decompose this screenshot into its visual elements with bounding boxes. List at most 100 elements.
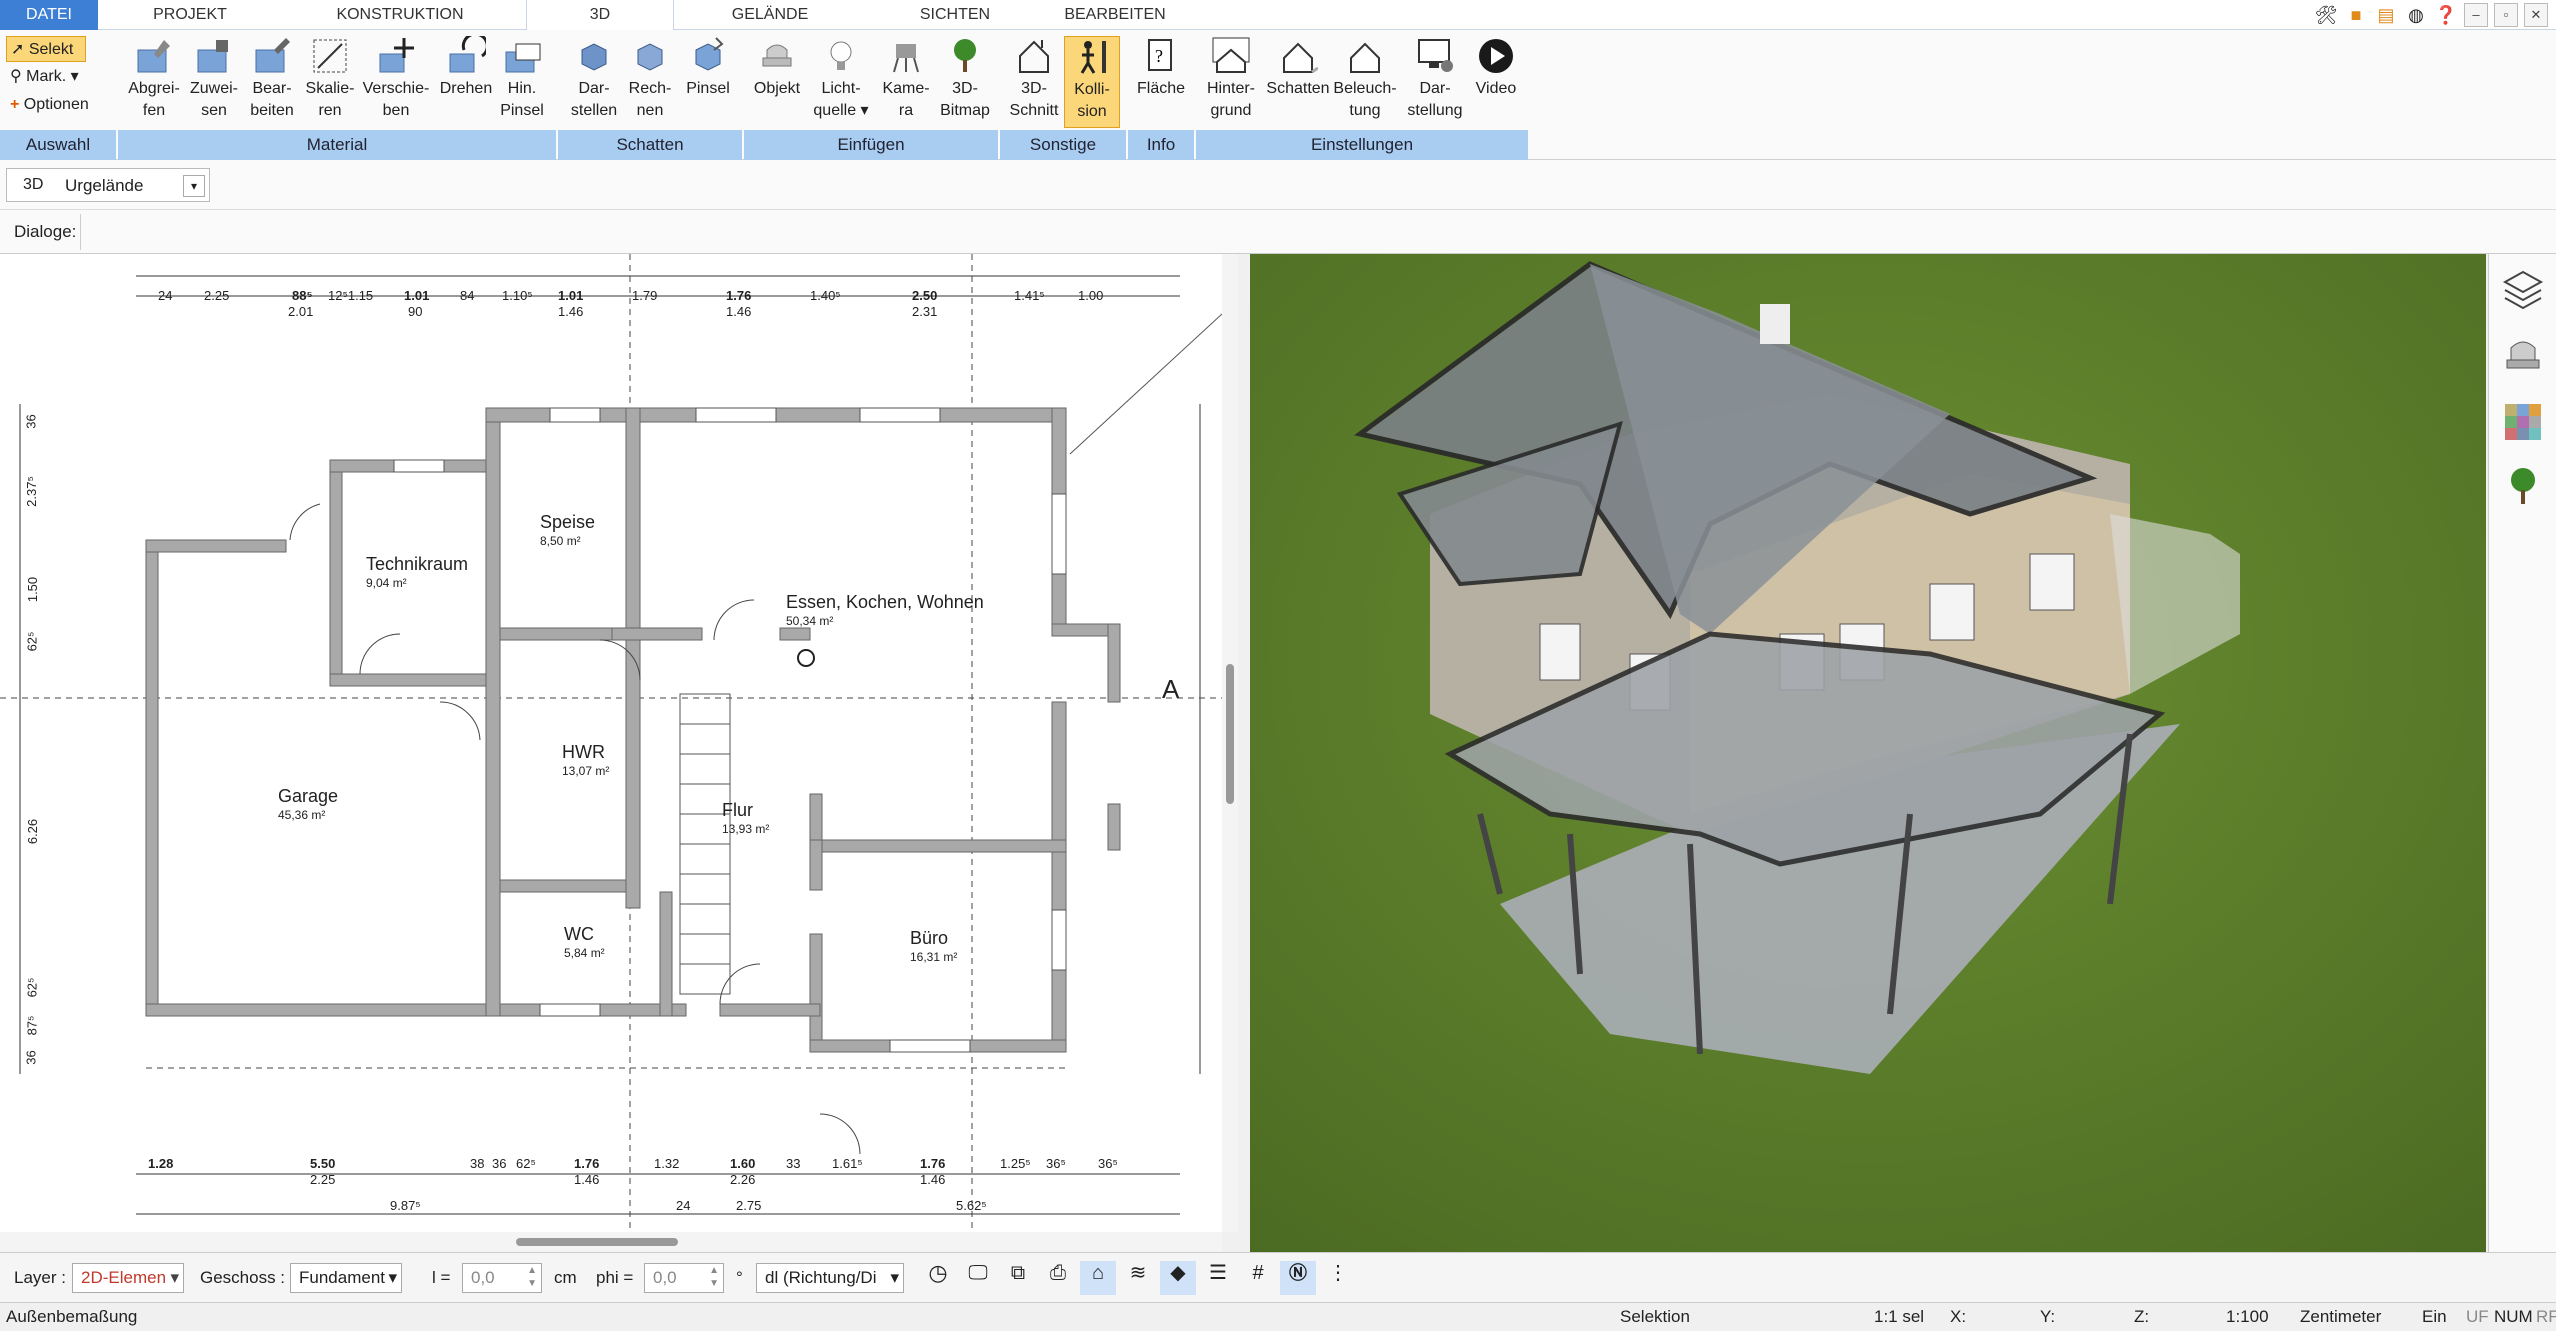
mark-button[interactable]: ⚲ Mark. ▾ bbox=[6, 64, 79, 90]
dim-top: 1.41⁵ bbox=[1014, 288, 1045, 303]
3d-schnitt-button[interactable]: 3D- Schnitt bbox=[1004, 36, 1064, 128]
selekt-button[interactable]: ➚ Selekt bbox=[6, 36, 86, 62]
verschieben-button[interactable]: Verschie-ben bbox=[358, 36, 434, 128]
more-icon[interactable]: ⋮ bbox=[1320, 1261, 1356, 1295]
bearbeiten-button[interactable]: Bear-beiten bbox=[242, 36, 302, 128]
floor-plan-canvas[interactable] bbox=[0, 254, 1222, 1252]
vertical-scrollbar[interactable] bbox=[1222, 254, 1238, 1232]
tab-konstruktion[interactable]: KONSTRUKTION bbox=[300, 0, 500, 30]
video-label: Video bbox=[1475, 80, 1517, 97]
chevron-down-icon[interactable]: ▾ bbox=[183, 175, 205, 197]
property-bar: Layer : 2D-Elemen ▾ Geschoss : Fundament ▾… bbox=[0, 1252, 2556, 1302]
dim-left: 6.26 bbox=[25, 818, 41, 845]
window-controls: 🛠 ■ ▤ ◍ ❓ – ▫ ✕ bbox=[2314, 2, 2548, 28]
close-icon[interactable]: ✕ bbox=[2524, 3, 2548, 27]
layers-view-icon[interactable]: ≋ bbox=[1120, 1261, 1156, 1295]
tab-projekt[interactable]: PROJEKT bbox=[110, 0, 270, 30]
palette-icon[interactable]: ◍ bbox=[2404, 3, 2428, 27]
hintergrund-button[interactable]: Hinter-grund bbox=[1198, 36, 1264, 128]
scroll-thumb[interactable] bbox=[516, 1238, 678, 1246]
kamera-button[interactable]: Kame-ra bbox=[876, 36, 936, 128]
camera-icon bbox=[886, 36, 926, 76]
help-icon[interactable]: ❓ bbox=[2434, 3, 2458, 27]
kollision-button[interactable]: Kolli-sion bbox=[1064, 36, 1120, 128]
minimize-icon[interactable]: – bbox=[2464, 3, 2488, 27]
floor-plan-view[interactable]: Technikraum 9,04 m² Speise 8,50 m² Essen… bbox=[0, 254, 1238, 1252]
einst-schatten-button[interactable]: Schatten bbox=[1264, 36, 1332, 128]
dim-top: 1.01 bbox=[404, 288, 430, 303]
rechnen-button[interactable]: Rech-nen bbox=[622, 36, 678, 128]
tab-bearbeiten[interactable]: BEARBEITEN bbox=[1040, 0, 1190, 30]
materials-palette-icon[interactable] bbox=[2501, 400, 2545, 444]
abgreifen-button[interactable]: Abgrei-fen bbox=[122, 36, 186, 128]
layers-icon[interactable] bbox=[2501, 268, 2545, 312]
schatten-pinsel-button[interactable]: Pinsel bbox=[680, 36, 736, 128]
terrain-selector[interactable]: 3D Urgelände ▾ bbox=[6, 168, 210, 202]
print-icon[interactable]: ⎙ bbox=[1040, 1261, 1076, 1295]
layer-select[interactable]: 2D-Elemen ▾ bbox=[72, 1263, 184, 1293]
geschoss-select[interactable]: Fundament ▾ bbox=[290, 1263, 402, 1293]
room-area-buero: 16,31 m² bbox=[910, 950, 958, 964]
3d-view[interactable] bbox=[1250, 254, 2486, 1252]
north-icon[interactable]: Ⓝ bbox=[1280, 1261, 1316, 1295]
furniture-icon[interactable] bbox=[2501, 334, 2545, 378]
tools-icon[interactable]: 🛠 bbox=[2314, 3, 2338, 27]
skalieren-button[interactable]: Skalie-ren bbox=[300, 36, 360, 128]
flaeche-button[interactable]: ? Fläche bbox=[1130, 36, 1192, 128]
verschieben-label-2: ben bbox=[382, 102, 410, 119]
group-label-material: Material bbox=[118, 130, 556, 160]
zuweisen-button[interactable]: Zuwei-sen bbox=[184, 36, 244, 128]
dim-top: 2.25 bbox=[204, 288, 230, 303]
optionen-button[interactable]: + Optionen bbox=[6, 92, 89, 118]
group-label-einfuegen: Einfügen bbox=[744, 130, 998, 160]
darstellung-button[interactable]: Dar-stellung bbox=[1402, 36, 1468, 128]
layers-orange-icon[interactable]: ▤ bbox=[2374, 3, 2398, 27]
section-marker-a[interactable]: A bbox=[1162, 674, 1179, 705]
plants-tree-icon[interactable] bbox=[2501, 464, 2545, 508]
length-unit: cm bbox=[554, 1268, 577, 1287]
video-button[interactable]: Video bbox=[1468, 36, 1524, 128]
dim-top: 88⁵ bbox=[292, 288, 313, 303]
dim-top: 12⁵1.15 bbox=[328, 288, 374, 303]
tab-datei[interactable]: DATEI bbox=[0, 0, 98, 30]
direction-select[interactable]: dl (Richtung/Di ▾ bbox=[756, 1263, 904, 1293]
vscroll-thumb[interactable] bbox=[1226, 664, 1234, 804]
stepper-icon[interactable]: ▲ ▼ bbox=[527, 1264, 537, 1290]
dim-bottom: 36 bbox=[492, 1156, 507, 1171]
dim-top: 1.40⁵ bbox=[810, 288, 841, 303]
light-house-icon bbox=[1345, 36, 1385, 76]
clock-icon[interactable]: ◷ bbox=[920, 1261, 956, 1295]
tab-gelaende[interactable]: GELÄNDE bbox=[690, 0, 850, 30]
darstellen-button[interactable]: Dar-stellen bbox=[566, 36, 622, 128]
length-input[interactable]: 0,0 ▲ ▼ bbox=[462, 1263, 542, 1293]
status-flag-num: NUM bbox=[2494, 1307, 2533, 1326]
hintergrund-label-1: Hinter- bbox=[1206, 80, 1255, 97]
brush-icon bbox=[252, 36, 292, 76]
monitor-gear-icon bbox=[1415, 36, 1455, 76]
3d-scene[interactable] bbox=[1250, 254, 2486, 1252]
drehen-button[interactable]: Drehen bbox=[434, 36, 498, 128]
hin-pinsel-button[interactable]: Hin. Pinsel bbox=[494, 36, 550, 128]
move-icon bbox=[376, 36, 416, 76]
plane-icon[interactable]: ◆ bbox=[1160, 1261, 1196, 1295]
network-icon[interactable]: ⧉ bbox=[1000, 1261, 1036, 1295]
lichtquelle-button[interactable]: Licht-quelle ▾ bbox=[808, 36, 874, 128]
objekt-button[interactable]: Objekt bbox=[748, 36, 806, 128]
grid-icon[interactable]: # bbox=[1240, 1261, 1276, 1295]
dim-bottom-total: 9.87⁵ bbox=[390, 1198, 421, 1213]
tab-3d[interactable]: 3D bbox=[526, 0, 674, 31]
tab-sichten[interactable]: SICHTEN bbox=[880, 0, 1030, 30]
stepper-icon[interactable]: ▲ ▼ bbox=[709, 1264, 719, 1290]
phi-input[interactable]: 0,0 ▲ ▼ bbox=[644, 1263, 724, 1293]
3d-bitmap-button[interactable]: 3D- Bitmap bbox=[936, 36, 994, 128]
cube-orange-icon[interactable]: ■ bbox=[2344, 3, 2368, 27]
dim-bottom: 62⁵ bbox=[516, 1156, 536, 1171]
restore-icon[interactable]: ▫ bbox=[2494, 3, 2518, 27]
monitor-icon[interactable]: 🖵 bbox=[960, 1261, 996, 1295]
room-area-essen: 50,34 m² bbox=[786, 614, 834, 628]
horizontal-scrollbar[interactable] bbox=[0, 1232, 1222, 1252]
beleuchtung-button[interactable]: Beleuch-tung bbox=[1332, 36, 1398, 128]
stack-icon[interactable]: ☰ bbox=[1200, 1261, 1236, 1295]
room-label-buero: Büro bbox=[910, 928, 949, 948]
roof-view-icon[interactable]: ⌂ bbox=[1080, 1261, 1116, 1295]
